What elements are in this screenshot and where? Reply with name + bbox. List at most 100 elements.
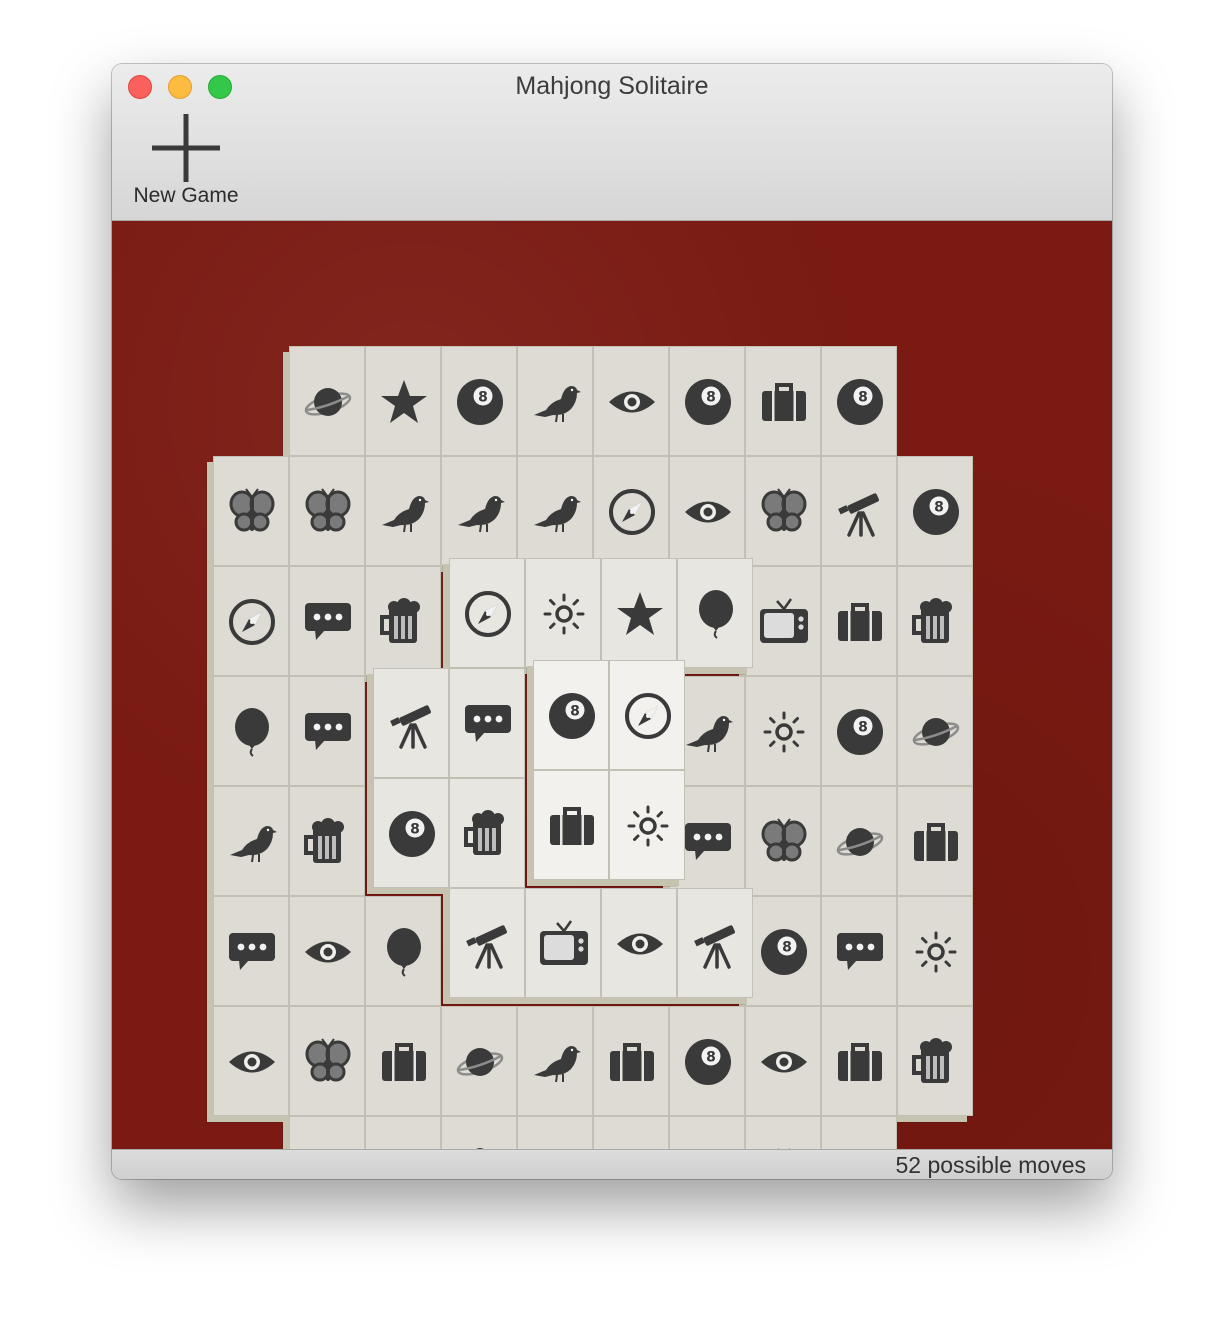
eight-ball-icon: 8	[457, 379, 503, 425]
eye-icon	[685, 501, 731, 523]
tile-chat[interactable]	[213, 896, 289, 1006]
sun-icon	[763, 711, 805, 753]
star-icon	[381, 380, 427, 423]
tile-beer[interactable]	[897, 1006, 973, 1116]
tile-eye[interactable]	[289, 896, 365, 1006]
chat-icon	[305, 603, 351, 640]
telescope-icon	[466, 925, 507, 969]
tile-briefcase[interactable]	[365, 1006, 441, 1116]
tile-star[interactable]	[601, 558, 677, 668]
sun-icon	[915, 931, 957, 973]
tile-butterfly[interactable]	[745, 786, 821, 896]
tile-telescope[interactable]	[373, 668, 449, 778]
tile-briefcase[interactable]	[593, 1006, 669, 1116]
tile-eight-ball[interactable]: 8	[821, 676, 897, 786]
tile-pigeon[interactable]	[365, 456, 441, 566]
compass-icon	[465, 591, 511, 637]
tile-eight-ball[interactable]: 8	[373, 778, 449, 888]
tile-eye[interactable]	[745, 1006, 821, 1116]
svg-text:8: 8	[706, 1050, 716, 1066]
tile-eight-ball[interactable]: 8	[821, 346, 897, 456]
tile-chat[interactable]	[821, 896, 897, 1006]
new-game-button[interactable]: New Game	[126, 112, 246, 212]
tile-butterfly[interactable]	[213, 456, 289, 566]
tile-butterfly[interactable]	[745, 456, 821, 566]
tile-balloon[interactable]	[213, 676, 289, 786]
tile-sun[interactable]	[609, 770, 685, 880]
tile-telescope[interactable]	[821, 456, 897, 566]
tile-planet[interactable]	[897, 676, 973, 786]
tile-telescope[interactable]	[365, 1116, 441, 1149]
tile-eight-ball[interactable]: 8	[533, 660, 609, 770]
beer-icon	[912, 1038, 952, 1083]
briefcase-icon	[838, 603, 882, 641]
planet-icon	[304, 388, 352, 416]
tile-eight-ball[interactable]: 8	[897, 456, 973, 566]
tile-chat[interactable]	[289, 566, 365, 676]
tile-eye[interactable]	[213, 1006, 289, 1116]
tile-balloon[interactable]	[365, 896, 441, 1006]
tile-beer[interactable]	[289, 786, 365, 896]
tile-butterfly[interactable]	[745, 1116, 821, 1149]
tile-briefcase[interactable]	[533, 770, 609, 880]
planet-icon	[456, 1048, 504, 1076]
eye-icon	[305, 941, 351, 963]
tile-star[interactable]	[365, 346, 441, 456]
tile-planet[interactable]	[441, 1006, 517, 1116]
tile-butterfly[interactable]	[289, 456, 365, 566]
tile-briefcase[interactable]	[897, 786, 973, 896]
briefcase-icon	[838, 1043, 882, 1081]
tile-briefcase[interactable]	[821, 566, 897, 676]
tile-chat[interactable]	[449, 668, 525, 778]
tile-balloon[interactable]	[677, 558, 753, 668]
eight-ball-icon: 8	[685, 1039, 731, 1085]
tile-sun[interactable]	[745, 676, 821, 786]
tile-chat[interactable]	[289, 676, 365, 786]
pigeon-icon	[534, 1046, 581, 1083]
tile-beer[interactable]	[897, 566, 973, 676]
tile-briefcase[interactable]	[745, 346, 821, 456]
chat-icon	[837, 933, 883, 970]
tile-compass[interactable]	[449, 558, 525, 668]
tile-pigeon[interactable]	[517, 1006, 593, 1116]
tile-eight-ball[interactable]: 8	[745, 896, 821, 1006]
tile-eight-ball[interactable]: 8	[669, 346, 745, 456]
tile-eight-ball[interactable]: 8	[669, 1006, 745, 1116]
tile-eye[interactable]	[821, 1116, 897, 1149]
briefcase-icon	[610, 1043, 654, 1081]
tile-butterfly[interactable]	[289, 1006, 365, 1116]
telescope-icon	[838, 493, 879, 537]
tile-beer[interactable]	[441, 1116, 517, 1149]
tile-planet[interactable]	[821, 786, 897, 896]
possible-moves-count: 52 possible moves	[895, 1152, 1087, 1178]
pigeon-icon	[458, 496, 505, 533]
tile-sun[interactable]	[897, 896, 973, 1006]
tile-eight-ball[interactable]: 8	[441, 346, 517, 456]
tile-planet[interactable]	[289, 346, 365, 456]
tile-eye[interactable]	[601, 888, 677, 998]
tile-eye[interactable]	[593, 346, 669, 456]
balloon-icon	[699, 590, 733, 639]
tile-telescope[interactable]	[449, 888, 525, 998]
svg-text:8: 8	[410, 822, 420, 838]
tile-briefcase[interactable]	[669, 1116, 745, 1149]
tile-compass[interactable]	[609, 660, 685, 770]
tile-eye[interactable]	[669, 456, 745, 566]
tile-compass[interactable]	[213, 566, 289, 676]
tile-tv[interactable]	[525, 888, 601, 998]
tile-telescope[interactable]	[677, 888, 753, 998]
tile-pigeon[interactable]	[441, 456, 517, 566]
tile-star[interactable]	[517, 1116, 593, 1149]
tile-pigeon[interactable]	[517, 456, 593, 566]
tile-tv[interactable]	[745, 566, 821, 676]
tile-chat[interactable]	[593, 1116, 669, 1149]
tile-sun[interactable]	[525, 558, 601, 668]
tile-beer[interactable]	[449, 778, 525, 888]
tile-compass[interactable]	[593, 456, 669, 566]
tile-beer[interactable]	[365, 566, 441, 676]
tile-chat[interactable]	[289, 1116, 365, 1149]
pigeon-icon	[534, 496, 581, 533]
tile-pigeon[interactable]	[213, 786, 289, 896]
tile-pigeon[interactable]	[517, 346, 593, 456]
tile-briefcase[interactable]	[821, 1006, 897, 1116]
